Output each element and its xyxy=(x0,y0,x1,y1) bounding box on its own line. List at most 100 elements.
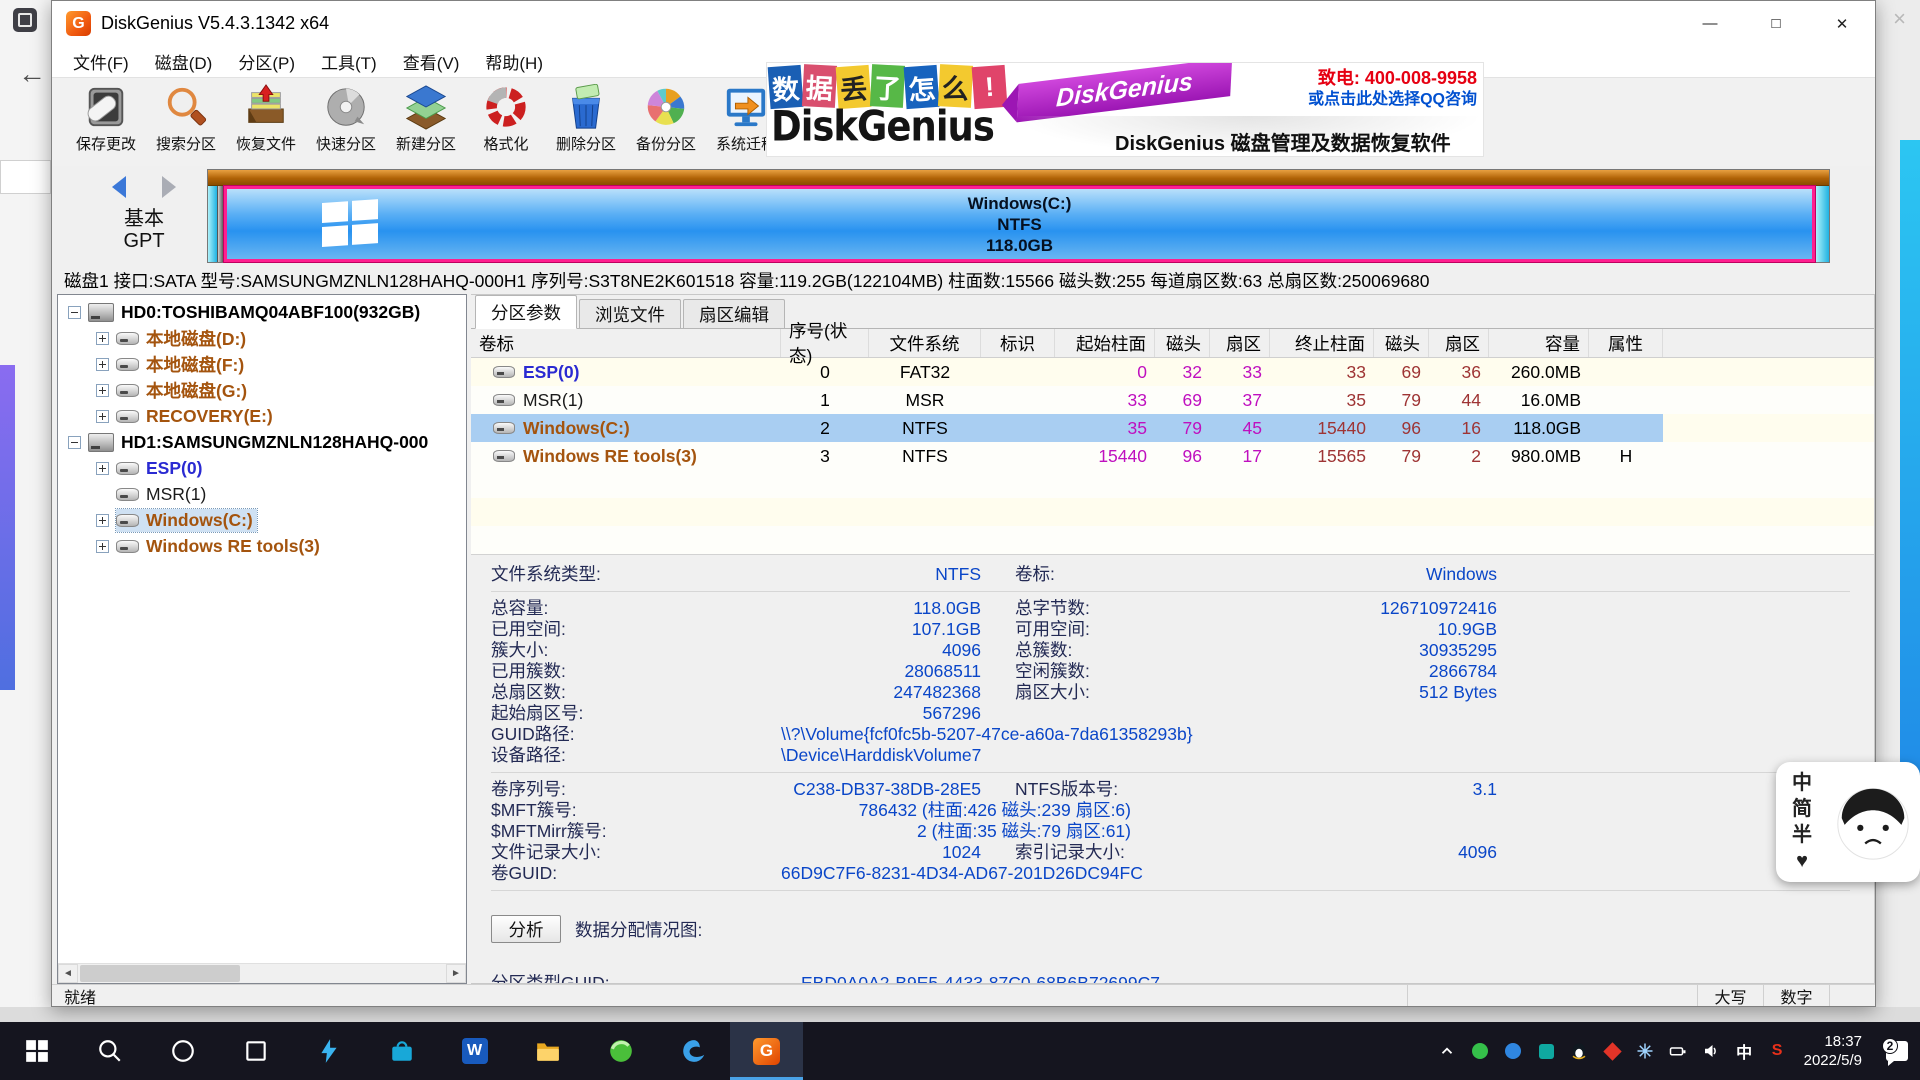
toolbar-new-partition[interactable]: 新建分区 xyxy=(386,78,466,154)
tray-red-icon[interactable] xyxy=(1596,1022,1629,1080)
ime-status-panel[interactable]: 中简半♥ xyxy=(1776,762,1920,882)
tray-battery-icon[interactable] xyxy=(1662,1022,1695,1080)
expand-icon[interactable] xyxy=(96,332,109,345)
table-row-msr-1-[interactable]: MSR(1)1MSR33693735794416.0MB xyxy=(471,386,1874,414)
expand-icon[interactable] xyxy=(96,410,109,423)
prev-disk-arrow-icon[interactable] xyxy=(112,176,126,198)
tab-1[interactable]: 浏览文件 xyxy=(579,299,681,328)
banner-qq-link[interactable]: 或点击此处选择QQ咨询 xyxy=(1308,89,1477,111)
expand-icon[interactable] xyxy=(96,514,109,527)
expand-icon[interactable] xyxy=(96,462,109,475)
promo-banner[interactable]: 数据丢了怎么! DiskGenius DiskGenius 致电: 400-00… xyxy=(766,62,1484,157)
pinned-green-browser[interactable] xyxy=(584,1022,657,1080)
search-button[interactable] xyxy=(73,1022,146,1080)
table-row-esp-0-[interactable]: ESP(0)0FAT3203233336936260.0MB xyxy=(471,358,1874,386)
tree-node[interactable]: ESP(0) xyxy=(116,457,206,480)
tree-node[interactable]: 本地磁盘(D:) xyxy=(116,325,250,352)
tray-teal-icon[interactable] xyxy=(1530,1022,1563,1080)
pinned-word[interactable]: W xyxy=(438,1022,511,1080)
tray-green-icon[interactable] xyxy=(1464,1022,1497,1080)
tree-node[interactable]: RECOVERY(E:) xyxy=(116,405,277,428)
scrollbar-track[interactable] xyxy=(78,964,446,983)
maximize-button[interactable]: □ xyxy=(1743,1,1809,46)
column-header-9[interactable]: 扇区 xyxy=(1429,329,1489,357)
next-disk-arrow-icon[interactable] xyxy=(162,176,176,198)
menu-item-4[interactable]: 查看(V) xyxy=(390,46,473,77)
collapse-icon[interactable] xyxy=(68,306,81,319)
column-header-1[interactable]: 序号(状态) xyxy=(781,329,869,357)
start-button[interactable] xyxy=(0,1022,73,1080)
column-header-6[interactable]: 扇区 xyxy=(1210,329,1270,357)
scrollbar-thumb[interactable] xyxy=(80,965,240,982)
toolbar-format[interactable]: 格式化 xyxy=(466,78,546,154)
column-header-7[interactable]: 终止柱面 xyxy=(1270,329,1374,357)
tree-node[interactable]: Windows(C:) xyxy=(116,509,257,532)
toolbar-recover-files[interactable]: 恢复文件 xyxy=(226,78,306,154)
tree-node[interactable]: HD0:TOSHIBAMQ04ABF100(932GB) xyxy=(88,301,424,324)
tray-volume-icon[interactable] xyxy=(1695,1022,1728,1080)
tab-2[interactable]: 扇区编辑 xyxy=(683,299,785,328)
tree-node[interactable]: 本地磁盘(F:) xyxy=(116,351,248,378)
tree-item-9[interactable]: Windows RE tools(3) xyxy=(58,533,466,559)
expand-icon[interactable] xyxy=(96,540,109,553)
task-view-button[interactable] xyxy=(219,1022,292,1080)
ime-item-1[interactable]: 简 xyxy=(1792,798,1812,820)
pinned-diskgenius[interactable]: G xyxy=(730,1022,803,1080)
tree-item-0[interactable]: HD0:TOSHIBAMQ04ABF100(932GB) xyxy=(58,299,466,325)
toolbar-delete-partition[interactable]: 删除分区 xyxy=(546,78,626,154)
ime-item-0[interactable]: 中 xyxy=(1792,772,1812,794)
menu-item-0[interactable]: 文件(F) xyxy=(60,46,142,77)
tree-node[interactable]: MSR(1) xyxy=(116,483,210,506)
tree-item-4[interactable]: RECOVERY(E:) xyxy=(58,403,466,429)
expand-icon[interactable] xyxy=(96,358,109,371)
tray-snowflake-icon[interactable] xyxy=(1629,1022,1662,1080)
toolbar-search-partition[interactable]: 搜索分区 xyxy=(146,78,226,154)
column-header-5[interactable]: 磁头 xyxy=(1155,329,1210,357)
tree-item-6[interactable]: ESP(0) xyxy=(58,455,466,481)
taskbar-clock[interactable]: 18:37 2022/5/9 xyxy=(1804,1032,1862,1070)
toolbar-backup-partition[interactable]: 备份分区 xyxy=(626,78,706,154)
toolbar-quick-partition[interactable]: 快速分区 xyxy=(306,78,386,154)
tray-chevron-up-icon[interactable] xyxy=(1431,1022,1464,1080)
tray-qq-icon[interactable] xyxy=(1563,1022,1596,1080)
tray-sogou-icon[interactable]: S xyxy=(1761,1022,1794,1080)
pinned-file-explorer[interactable] xyxy=(511,1022,584,1080)
tree-node[interactable]: 本地磁盘(G:) xyxy=(116,377,251,404)
tray-ime-indicator[interactable]: 中 xyxy=(1728,1022,1761,1080)
menu-item-5[interactable]: 帮助(H) xyxy=(472,46,556,77)
partition-block-winre[interactable] xyxy=(1815,186,1829,262)
menu-item-2[interactable]: 分区(P) xyxy=(225,46,308,77)
action-center-button[interactable]: 2 xyxy=(1874,1022,1920,1080)
pinned-edge[interactable] xyxy=(657,1022,730,1080)
ime-item-3[interactable]: ♥ xyxy=(1796,850,1808,872)
analyze-button[interactable]: 分析 xyxy=(491,915,561,943)
scroll-left-arrow-icon[interactable]: ◄ xyxy=(58,964,78,983)
collapse-icon[interactable] xyxy=(68,436,81,449)
menu-item-3[interactable]: 工具(T) xyxy=(308,46,390,77)
minimize-button[interactable]: — xyxy=(1677,1,1743,46)
column-header-11[interactable]: 属性 xyxy=(1589,329,1663,357)
back-arrow-icon[interactable]: ← xyxy=(18,58,46,90)
tree-item-8[interactable]: Windows(C:) xyxy=(58,507,466,533)
tree-node[interactable]: HD1:SAMSUNGMZNLN128HAHQ-000 xyxy=(88,431,432,454)
pinned-lightning[interactable] xyxy=(292,1022,365,1080)
cortana-button[interactable] xyxy=(146,1022,219,1080)
toolbar-save-changes[interactable]: 保存更改 xyxy=(66,78,146,154)
tree-item-2[interactable]: 本地磁盘(F:) xyxy=(58,351,466,377)
column-header-2[interactable]: 文件系统 xyxy=(869,329,981,357)
column-header-8[interactable]: 磁头 xyxy=(1374,329,1429,357)
tree-item-1[interactable]: 本地磁盘(D:) xyxy=(58,325,466,351)
tree-horizontal-scrollbar[interactable]: ◄ ► xyxy=(58,963,466,983)
tray-blue-icon[interactable] xyxy=(1497,1022,1530,1080)
partition-block-windows-c[interactable]: Windows(C:) NTFS 118.0GB xyxy=(224,186,1815,262)
column-header-0[interactable]: 卷标 xyxy=(471,329,781,357)
close-button[interactable]: ✕ xyxy=(1809,1,1875,46)
scroll-right-arrow-icon[interactable]: ► xyxy=(446,964,466,983)
tree-item-7[interactable]: MSR(1) xyxy=(58,481,466,507)
table-row-windows-re-tools-3-[interactable]: Windows RE tools(3)3NTFS1544096171556579… xyxy=(471,442,1874,470)
partition-block-esp[interactable] xyxy=(208,186,218,262)
expand-icon[interactable] xyxy=(96,384,109,397)
tab-0[interactable]: 分区参数 xyxy=(475,295,577,329)
table-row-windows-c-[interactable]: Windows(C:)2NTFS357945154409616118.0GB xyxy=(471,414,1874,442)
menu-item-1[interactable]: 磁盘(D) xyxy=(142,46,226,77)
